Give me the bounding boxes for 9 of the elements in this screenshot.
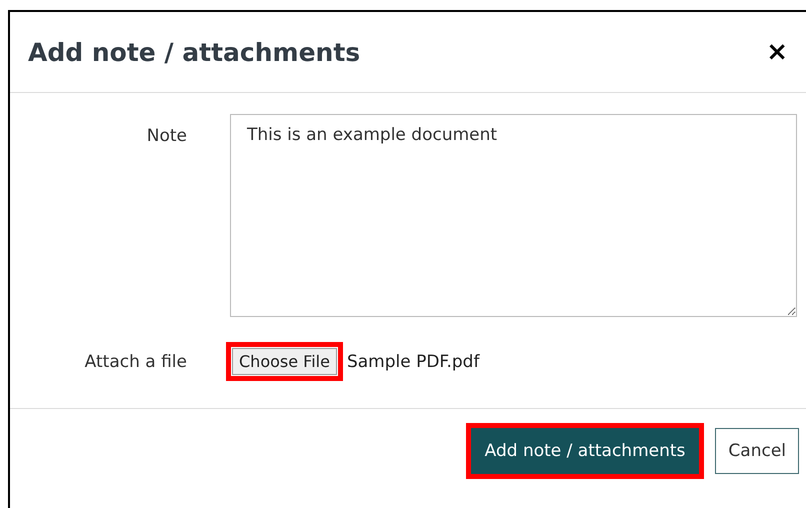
file-name: Sample PDF.pdf [346,352,480,372]
close-button[interactable]: × [766,39,788,65]
field-label: Note [146,125,187,146]
add-note-button[interactable]: Add note / attachments [470,428,700,474]
choose-file-button[interactable]: Choose File [232,348,337,375]
dialog-title: Add note / attachments [28,38,360,66]
note-field[interactable]: This is an example document [230,114,797,317]
cancel-button[interactable]: Cancel [715,428,799,474]
field-label: Attach a file [84,352,187,372]
